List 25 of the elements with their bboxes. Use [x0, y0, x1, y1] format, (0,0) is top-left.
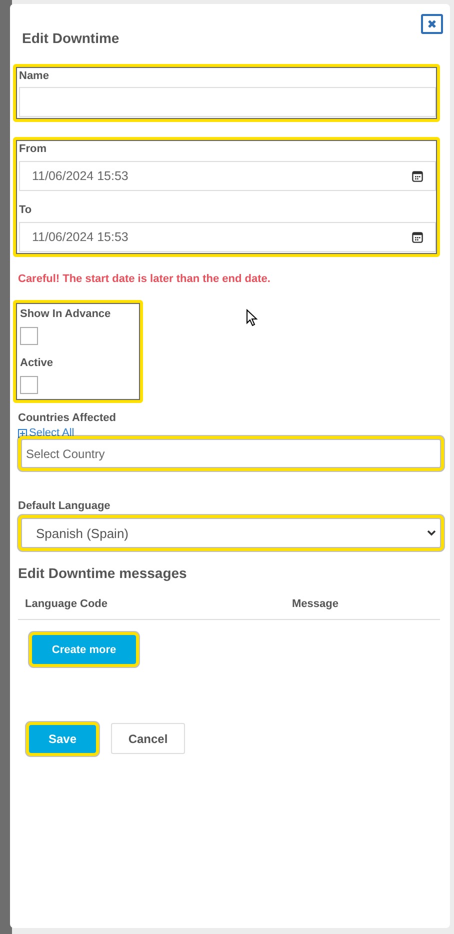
column-header: Message: [292, 598, 338, 610]
column-header: Language Code: [25, 598, 109, 610]
checkbox-label: Show In Advance: [20, 308, 112, 320]
country-select[interactable]: Select Country: [21, 439, 441, 468]
field-label: Default Language: [18, 500, 112, 512]
calendar-icon: [412, 232, 423, 242]
checkbox[interactable]: [20, 376, 38, 394]
cursor-icon: [246, 309, 258, 327]
chevron-down-icon: [427, 530, 436, 536]
name-field[interactable]: [19, 87, 436, 117]
date-field[interactable]: 11/06/2024 15:53: [19, 222, 436, 252]
cancel-button[interactable]: Cancel: [111, 723, 185, 754]
checkbox-label: Active: [20, 357, 54, 369]
error-message: Careful! The start date is later than the end date.: [18, 273, 272, 285]
date-field[interactable]: 11/06/2024 15:53: [19, 161, 436, 191]
close-icon: [425, 18, 439, 30]
field-label: Name: [19, 70, 50, 82]
calendar-icon: [412, 170, 423, 182]
close-button[interactable]: [421, 14, 443, 34]
checkbox[interactable]: [20, 327, 38, 345]
field-label: Countries Affected: [18, 412, 117, 424]
dialog-title: Edit Downtime: [22, 30, 120, 46]
field-label: To: [19, 204, 33, 216]
section-title: Edit Downtime messages: [18, 565, 188, 581]
field-label: From: [19, 143, 48, 155]
